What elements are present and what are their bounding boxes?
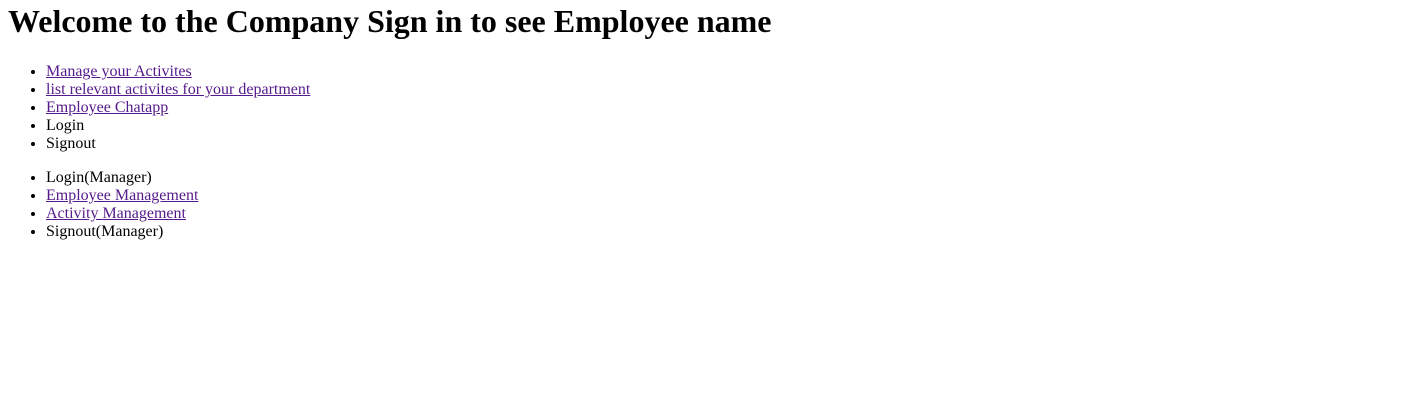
list-item: Activity Management [46, 205, 1409, 223]
manager-login-label: Login(Manager) [46, 169, 152, 186]
employee-management-link[interactable]: Employee Management [46, 187, 198, 204]
login-label: Login [46, 117, 85, 134]
list-item: Login [46, 117, 1409, 135]
list-item: Manage your Activites [46, 63, 1409, 81]
list-item: Signout(Manager) [46, 223, 1409, 241]
list-item: list relevant activites for your departm… [46, 81, 1409, 99]
list-item: Employee Chatapp [46, 99, 1409, 117]
page-title: Welcome to the Company Sign in to see Em… [8, 3, 772, 39]
manage-activities-link[interactable]: Manage your Activites [46, 63, 192, 80]
employee-nav-list: Manage your Activites list relevant acti… [8, 63, 1409, 153]
employee-chatapp-link[interactable]: Employee Chatapp [46, 99, 168, 116]
department-activities-link[interactable]: list relevant activites for your departm… [46, 81, 310, 98]
list-item: Login(Manager) [46, 169, 1409, 187]
list-item: Employee Management [46, 187, 1409, 205]
manager-signout-label: Signout(Manager) [46, 223, 164, 240]
manager-nav-list: Login(Manager) Employee Management Activ… [8, 169, 1409, 241]
activity-management-link[interactable]: Activity Management [46, 205, 186, 222]
list-item: Signout [46, 135, 1409, 153]
signout-label: Signout [46, 135, 96, 152]
